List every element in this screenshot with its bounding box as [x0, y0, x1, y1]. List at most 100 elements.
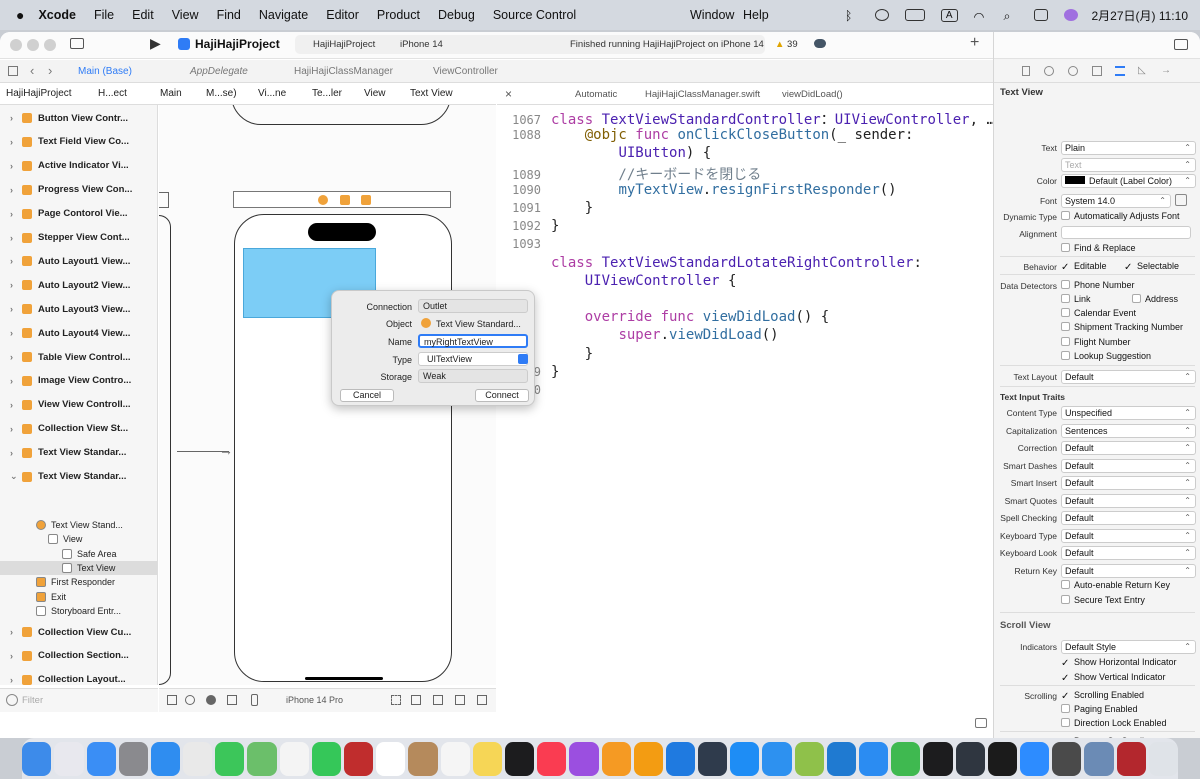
inspector-toggle-icon[interactable] [1174, 39, 1188, 50]
wifi-icon[interactable]: ◠ [974, 9, 988, 24]
menu-file[interactable]: File [94, 8, 114, 22]
pages-icon[interactable] [633, 741, 663, 776]
outlet-name-input[interactable]: myRightTextView [418, 334, 528, 348]
maps-icon[interactable] [247, 741, 277, 776]
launchpad-icon[interactable] [54, 741, 84, 776]
menu-app-name[interactable]: Xcode [38, 8, 76, 22]
controller-dock-icon[interactable] [318, 195, 328, 205]
reminders-icon[interactable] [440, 741, 470, 776]
zoom-window-button[interactable] [44, 39, 56, 51]
filter-input[interactable]: Filter [22, 695, 43, 706]
calendar-icon[interactable] [376, 741, 406, 776]
warning-count[interactable]: ▲ 39 [775, 39, 798, 50]
control-center-icon[interactable] [1033, 9, 1048, 21]
trait-popup[interactable]: Default [1061, 441, 1196, 455]
menu-product[interactable]: Product [377, 8, 420, 22]
text-layout-popup[interactable]: Default [1061, 370, 1196, 384]
scrolling-enabled-checkbox[interactable]: ✓ Scrolling Enabled [1061, 690, 1144, 702]
dictionary-icon[interactable] [1116, 741, 1146, 776]
scene-dock[interactable] [233, 191, 451, 208]
outline-scene-row[interactable]: › Auto Layout4 View... [0, 322, 157, 344]
jump-group[interactable]: H...ect [98, 88, 127, 99]
indicators-popup[interactable]: Default Style [1061, 640, 1196, 654]
mail-icon[interactable] [86, 741, 116, 776]
outline-child-row[interactable]: Text View [0, 560, 157, 575]
outline-scene-row[interactable]: › Text Field View Co... [0, 131, 157, 153]
trait-popup[interactable]: Unspecified [1061, 406, 1196, 420]
jump-file[interactable]: HajiHajiClassManager.swift [645, 89, 760, 100]
attributes-inspector-icon[interactable] [1115, 66, 1125, 76]
calculator-icon[interactable] [1052, 741, 1082, 776]
phone-number-checkbox[interactable]: Phone Number [1061, 280, 1135, 290]
battery-icon[interactable] [904, 9, 925, 21]
add-library-button[interactable]: + [970, 34, 979, 52]
menu-edit[interactable]: Edit [132, 8, 154, 22]
disclosure-closed-icon[interactable]: › [10, 448, 22, 458]
disclosure-closed-icon[interactable]: › [10, 376, 22, 386]
checkbox-unchecked[interactable] [1061, 308, 1070, 317]
disclosure-closed-icon[interactable]: › [10, 651, 22, 661]
contacts-icon[interactable] [408, 741, 438, 776]
trait-popup[interactable]: Default [1061, 493, 1196, 508]
vscode-icon[interactable] [826, 741, 856, 776]
chrome-icon[interactable] [183, 741, 213, 776]
outline-scene-row[interactable]: ⌄ Text View Standar... [0, 466, 157, 488]
connections-inspector-icon[interactable]: → [1161, 65, 1171, 76]
disclosure-closed-icon[interactable]: › [10, 627, 22, 637]
minimap-toggle-icon[interactable] [975, 718, 987, 728]
checkbox-unchecked[interactable] [1061, 580, 1070, 589]
outline-scene-row[interactable]: › Collection Section... [0, 645, 157, 667]
siri-icon[interactable] [1063, 9, 1078, 21]
music-icon[interactable] [537, 741, 567, 776]
photo-booth-icon[interactable] [344, 741, 374, 776]
trait-popup[interactable]: Default [1061, 458, 1196, 473]
size-inspector-icon[interactable]: ◺ [1138, 65, 1146, 76]
menu-find[interactable]: Find [217, 8, 241, 22]
embed-icon[interactable] [477, 695, 487, 705]
device-selector[interactable]: iPhone 14 [400, 39, 443, 50]
trait-popup[interactable]: Default [1061, 511, 1196, 525]
disclosure-closed-icon[interactable]: › [10, 400, 22, 410]
facetime-icon[interactable] [311, 741, 341, 776]
menu-debug[interactable]: Debug [438, 8, 475, 22]
text-placeholder-field[interactable]: Text [1061, 158, 1196, 172]
trait-popup[interactable]: Sentences [1061, 423, 1196, 438]
cloud-icon[interactable] [814, 39, 826, 48]
trait-popup[interactable]: Default [1061, 563, 1196, 578]
link-checkbox[interactable]: Link [1061, 294, 1091, 304]
resolve-issues-icon[interactable] [455, 695, 465, 705]
trait-popup[interactable]: Default [1061, 528, 1196, 543]
finder-icon[interactable] [22, 741, 52, 776]
trash-icon[interactable] [1148, 741, 1178, 776]
menu-help[interactable]: Help [743, 8, 769, 22]
outline-toggle-icon[interactable] [167, 695, 177, 705]
app-store-icon[interactable] [730, 741, 760, 776]
menu-window[interactable]: Window [690, 8, 734, 22]
show-vertical-checkbox[interactable]: ✓ Show Vertical Indicator [1061, 672, 1166, 684]
tab-appdelegate[interactable]: AppDelegate [190, 66, 248, 77]
photos-icon[interactable] [279, 741, 309, 776]
outline-scene-row[interactable]: › Collection View St... [0, 418, 157, 440]
outline-scene-row[interactable]: › View View Controll... [0, 394, 157, 416]
checkbox-unchecked[interactable] [1061, 322, 1070, 331]
play-status-icon[interactable] [874, 9, 889, 21]
show-horizontal-checkbox[interactable]: ✓ Show Horizontal Indicator [1061, 657, 1177, 669]
type-dropdown-icon[interactable] [518, 354, 528, 364]
outline-scene-row[interactable]: › Stepper View Cont... [0, 227, 157, 249]
tab-classmanager[interactable]: HajiHajiClassManager [294, 66, 393, 77]
stocks-icon[interactable] [923, 741, 953, 776]
scheme-selector[interactable]: HajiHajiProject [313, 39, 375, 50]
first-responder-dock-icon[interactable] [340, 195, 350, 205]
jump-main[interactable]: Main [160, 88, 182, 99]
zoom-icon[interactable] [1019, 741, 1050, 776]
align-icon[interactable] [411, 695, 421, 705]
find-replace-checkbox[interactable]: Find & Replace [1061, 243, 1136, 253]
minimize-window-button[interactable] [27, 39, 39, 51]
disclosure-closed-icon[interactable]: › [10, 256, 22, 266]
preview-icon[interactable] [1084, 741, 1114, 776]
checkbox-checked[interactable]: ✓ [1124, 262, 1133, 273]
device-icon[interactable] [251, 694, 258, 706]
secure-text-checkbox[interactable]: Secure Text Entry [1061, 595, 1145, 605]
code-editor[interactable]: 1067 class TextViewStandardController：UIV… [497, 105, 993, 712]
outline-scene-row[interactable]: › Collection Layout... [0, 669, 157, 685]
